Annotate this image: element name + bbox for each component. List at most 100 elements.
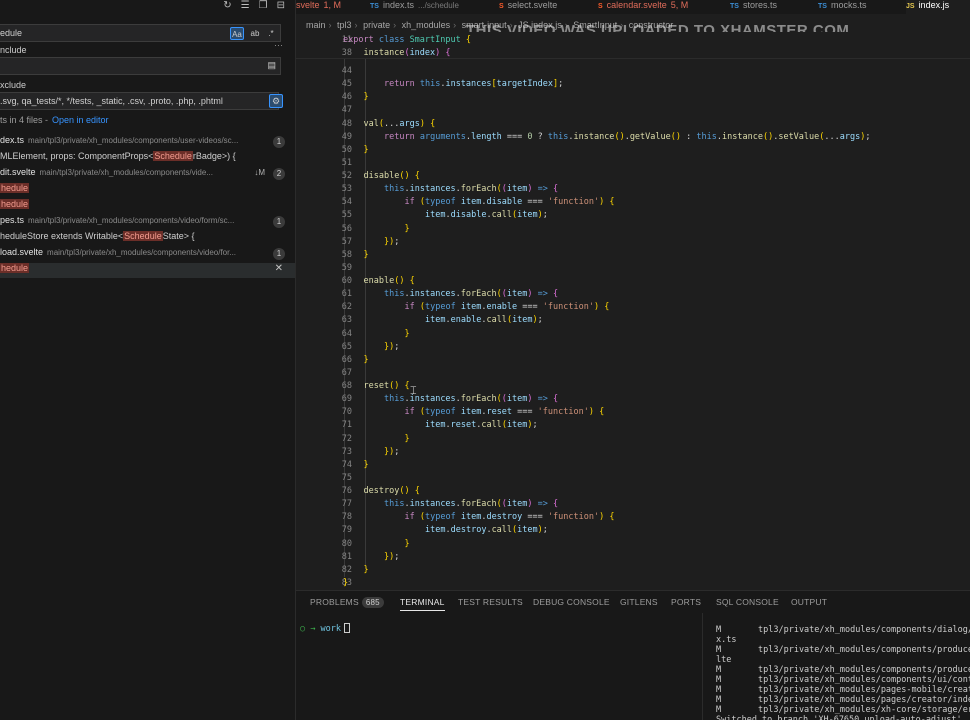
tab-status: 1, M [323,0,342,10]
match-highlight: hedule [0,263,30,273]
files-to-exclude-input[interactable]: .svg, qa_tests/*, */tests, _static, .csv… [0,92,279,110]
result-file-path: main/tpl3/private/xh_modules/components/… [47,248,237,257]
tab-svelte[interactable]: svelte 1, M [296,0,341,14]
tab-gitlens[interactable]: GITLENS [620,597,658,611]
git-status-flag: M [716,665,722,675]
breadcrumb-item[interactable]: main [306,20,326,30]
result-match-row[interactable]: heduleStore extends Writable<ScheduleSta… [0,231,295,246]
problems-count-badge: 685 [361,597,384,608]
dismiss-icon[interactable]: ✕ [275,263,283,274]
result-file-row[interactable]: dit.svelte main/tpl3/private/xh_modules/c… [0,167,295,182]
terminal-right[interactable]: Mtpl3/private/xh_modules/components/dial… [702,613,970,720]
code-line: } [363,92,369,103]
tab-label: select.svelte [507,0,558,10]
terminal-output-line: Mtpl3/private/xh_modules/pages/creator/i… [716,695,970,705]
code-editor[interactable]: 44 45 return this.instances[targetIndex];… [296,32,970,590]
clear-results-icon[interactable]: ☰ [241,0,250,12]
git-output-text: tpl3/private/xh_modules/pages-mobile/cre… [758,685,970,695]
code-line: } [363,564,369,575]
terminal-output-line: lte [716,655,731,665]
files-to-include-input[interactable]: ▤ [0,57,281,75]
git-output-text: tpl3/private/xh_modules/components/dialo… [758,625,970,635]
tab-sql-console[interactable]: SQL CONSOLE [716,597,779,611]
bottom-panel: PROBLEMS 685 TERMINAL TEST RESULTS DEBUG … [296,590,970,720]
code-line: } [404,223,410,234]
match-word-toggle[interactable]: ab [248,27,262,40]
files-to-include-label: nclude [0,45,27,55]
result-file-name: load.svelte [0,247,44,257]
tab-test-results[interactable]: TEST RESULTS [458,597,523,611]
breadcrumb-item[interactable]: xh_modules [402,20,451,30]
git-status-flag: M [716,625,722,635]
result-match-row[interactable]: hedule ✕ [0,263,295,278]
result-match-row[interactable]: MLElement, props: ComponentProps<Schedul… [0,151,295,166]
code-line: if (typeof item.enable === 'function') { [404,302,610,313]
tab-index-ts[interactable]: TS index.ts .../schedule [370,0,459,14]
terminal-output-line: x.ts [716,635,736,645]
new-search-editor-icon[interactable]: ❐ [259,0,268,12]
panel-tab-label: GITLENS [620,597,658,607]
result-count-badge: 1 [273,216,285,228]
book-icon[interactable]: ▤ [267,60,276,71]
line-number: 67 [341,367,352,378]
result-file-name: dex.ts [0,135,25,145]
code-line: } [363,249,369,260]
tab-problems[interactable]: PROBLEMS 685 [310,597,384,611]
result-match-row[interactable]: hedule [0,199,295,214]
result-match-row[interactable]: hedule [0,183,295,198]
open-in-editor-link[interactable]: Open in editor [52,115,109,125]
tab-terminal[interactable]: TERMINAL [400,597,445,611]
code-line: if (typeof item.reset === 'function') { [404,407,605,418]
terminal-left[interactable]: ○ → work [300,623,350,634]
svelte-icon: S [499,3,504,10]
tab-output[interactable]: OUTPUT [791,597,827,611]
result-count-badge: 2 [273,168,285,180]
code-line: enable() { [363,276,415,286]
code-line: item.reset.call(item); [425,420,538,431]
javascript-icon: JS [906,3,915,10]
code-line: } [363,144,369,155]
panel-tab-label: TERMINAL [400,597,445,607]
result-file-row[interactable]: load.svelte main/tpl3/private/xh_modules/… [0,247,295,262]
breadcrumb-item[interactable]: tpl3 [337,20,352,30]
code-line: reset() { [363,381,410,391]
result-file-row[interactable]: dex.ts main/tpl3/private/xh_modules/compo… [0,135,295,150]
code-line: return this.instances[targetIndex]; [384,79,564,90]
results-summary: ts in 4 files - Open in editor [0,115,109,125]
git-status-flag: M [716,675,722,685]
tab-select-svelte[interactable]: Sselect.svelte [499,0,557,14]
match-context: rBadge>) { [192,151,236,161]
terminal-output-line: Mtpl3/private/xh_modules/components/prod… [716,645,970,655]
code-line: if (typeof item.disable === 'function') … [404,197,615,208]
result-file-row[interactable]: pes.ts main/tpl3/private/xh_modules/compo… [0,215,295,230]
line-number: 75 [341,472,352,483]
sticky-scroll-header[interactable]: 11 export class SmartInput { 38 instance… [296,32,970,59]
tab-calendar-svelte[interactable]: Scalendar.svelte 5, M [598,0,688,14]
git-output-text: tpl3/private/xh_modules/components/produ… [758,665,970,675]
code-line: item.enable.call(item); [425,315,543,326]
tab-label: mocks.ts [830,0,867,10]
code-line: this.instances.forEach((item) => { [384,394,559,405]
line-number: 47 [341,105,352,116]
terminal-output-line: Mtpl3/private/xh_modules/xh-core/storage… [716,705,970,715]
regex-toggle[interactable]: .* [264,27,278,40]
match-highlight: Schedule [153,151,193,161]
tab-mocks-ts[interactable]: TS mocks.ts [818,0,866,14]
sticky-line: export class SmartInput { [343,35,471,45]
tab-label: stores.ts [742,0,777,10]
tab-debug-console[interactable]: DEBUG CONSOLE [533,597,610,611]
tab-index-js[interactable]: JS index.js [906,0,970,14]
code-line: this.instances.forEach((item) => { [384,289,559,300]
match-case-toggle[interactable]: Aa [230,27,244,40]
breadcrumb-item[interactable]: private [363,20,390,30]
search-sidebar: ↻ ☰ ❐ ⊟ edule Aa ab .* ⋯ nclude ▤ xclude… [0,0,296,720]
tab-ports[interactable]: PORTS [671,597,701,611]
gear-icon[interactable]: ⚙ [269,94,283,108]
collapse-all-icon[interactable]: ⊟ [277,0,285,12]
search-input[interactable]: edule Aa ab .* [0,24,281,42]
search-query-text: edule [0,28,23,38]
svelte-icon: S [598,3,603,10]
refresh-icon[interactable]: ↻ [223,0,231,12]
tab-stores-ts[interactable]: TS stores.ts [730,0,777,14]
more-options-icon[interactable]: ⋯ [274,40,283,51]
